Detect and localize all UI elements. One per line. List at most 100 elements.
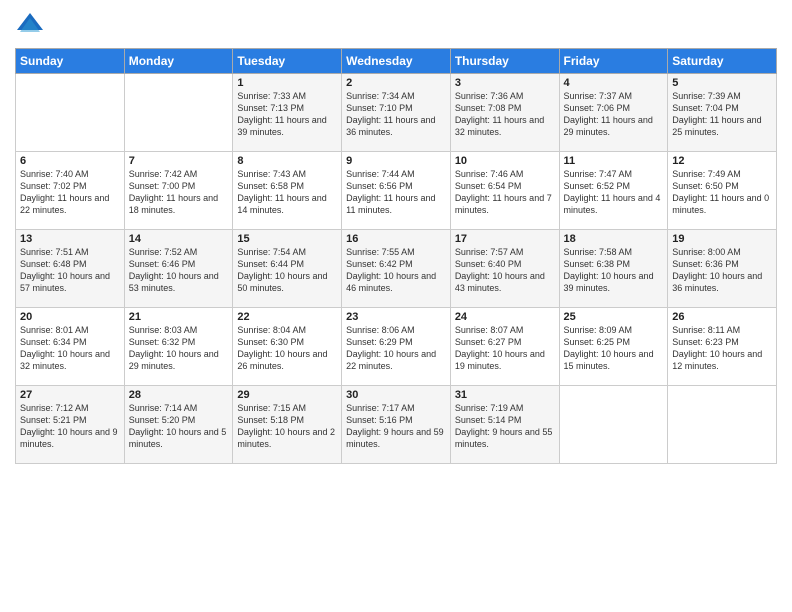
- day-number: 18: [564, 233, 664, 245]
- day-info: Sunrise: 7:54 AM Sunset: 6:44 PM Dayligh…: [237, 246, 337, 295]
- day-number: 15: [237, 233, 337, 245]
- day-number: 29: [237, 389, 337, 401]
- day-number: 17: [455, 233, 555, 245]
- day-info: Sunrise: 7:57 AM Sunset: 6:40 PM Dayligh…: [455, 246, 555, 295]
- day-number: 23: [346, 311, 446, 323]
- day-cell: 25Sunrise: 8:09 AM Sunset: 6:25 PM Dayli…: [559, 308, 668, 386]
- logo: [15, 10, 49, 40]
- day-cell: 26Sunrise: 8:11 AM Sunset: 6:23 PM Dayli…: [668, 308, 777, 386]
- day-cell: 15Sunrise: 7:54 AM Sunset: 6:44 PM Dayli…: [233, 230, 342, 308]
- day-info: Sunrise: 7:33 AM Sunset: 7:13 PM Dayligh…: [237, 90, 337, 139]
- day-cell: 6Sunrise: 7:40 AM Sunset: 7:02 PM Daylig…: [16, 152, 125, 230]
- day-info: Sunrise: 7:12 AM Sunset: 5:21 PM Dayligh…: [20, 402, 120, 451]
- day-info: Sunrise: 7:49 AM Sunset: 6:50 PM Dayligh…: [672, 168, 772, 217]
- weekday-header-thursday: Thursday: [450, 49, 559, 74]
- week-row-5: 27Sunrise: 7:12 AM Sunset: 5:21 PM Dayli…: [16, 386, 777, 464]
- day-number: 31: [455, 389, 555, 401]
- day-info: Sunrise: 7:58 AM Sunset: 6:38 PM Dayligh…: [564, 246, 664, 295]
- day-info: Sunrise: 7:44 AM Sunset: 6:56 PM Dayligh…: [346, 168, 446, 217]
- day-cell: [668, 386, 777, 464]
- day-info: Sunrise: 7:40 AM Sunset: 7:02 PM Dayligh…: [20, 168, 120, 217]
- weekday-header-row: SundayMondayTuesdayWednesdayThursdayFrid…: [16, 49, 777, 74]
- day-info: Sunrise: 7:55 AM Sunset: 6:42 PM Dayligh…: [346, 246, 446, 295]
- day-number: 6: [20, 155, 120, 167]
- day-number: 14: [129, 233, 229, 245]
- day-info: Sunrise: 7:37 AM Sunset: 7:06 PM Dayligh…: [564, 90, 664, 139]
- day-cell: 23Sunrise: 8:06 AM Sunset: 6:29 PM Dayli…: [342, 308, 451, 386]
- week-row-3: 13Sunrise: 7:51 AM Sunset: 6:48 PM Dayli…: [16, 230, 777, 308]
- weekday-header-monday: Monday: [124, 49, 233, 74]
- day-number: 22: [237, 311, 337, 323]
- day-info: Sunrise: 8:06 AM Sunset: 6:29 PM Dayligh…: [346, 324, 446, 373]
- day-number: 24: [455, 311, 555, 323]
- day-cell: [559, 386, 668, 464]
- day-cell: 11Sunrise: 7:47 AM Sunset: 6:52 PM Dayli…: [559, 152, 668, 230]
- day-info: Sunrise: 8:00 AM Sunset: 6:36 PM Dayligh…: [672, 246, 772, 295]
- day-number: 20: [20, 311, 120, 323]
- weekday-header-saturday: Saturday: [668, 49, 777, 74]
- day-info: Sunrise: 8:07 AM Sunset: 6:27 PM Dayligh…: [455, 324, 555, 373]
- day-cell: 9Sunrise: 7:44 AM Sunset: 6:56 PM Daylig…: [342, 152, 451, 230]
- day-info: Sunrise: 7:36 AM Sunset: 7:08 PM Dayligh…: [455, 90, 555, 139]
- day-info: Sunrise: 7:14 AM Sunset: 5:20 PM Dayligh…: [129, 402, 229, 451]
- day-cell: 21Sunrise: 8:03 AM Sunset: 6:32 PM Dayli…: [124, 308, 233, 386]
- day-number: 4: [564, 77, 664, 89]
- day-info: Sunrise: 8:03 AM Sunset: 6:32 PM Dayligh…: [129, 324, 229, 373]
- week-row-1: 1Sunrise: 7:33 AM Sunset: 7:13 PM Daylig…: [16, 74, 777, 152]
- logo-icon: [15, 10, 45, 40]
- day-info: Sunrise: 8:01 AM Sunset: 6:34 PM Dayligh…: [20, 324, 120, 373]
- page: SundayMondayTuesdayWednesdayThursdayFrid…: [0, 0, 792, 612]
- day-info: Sunrise: 7:34 AM Sunset: 7:10 PM Dayligh…: [346, 90, 446, 139]
- day-cell: 4Sunrise: 7:37 AM Sunset: 7:06 PM Daylig…: [559, 74, 668, 152]
- day-info: Sunrise: 7:47 AM Sunset: 6:52 PM Dayligh…: [564, 168, 664, 217]
- weekday-header-sunday: Sunday: [16, 49, 125, 74]
- weekday-header-friday: Friday: [559, 49, 668, 74]
- day-info: Sunrise: 8:11 AM Sunset: 6:23 PM Dayligh…: [672, 324, 772, 373]
- day-cell: 12Sunrise: 7:49 AM Sunset: 6:50 PM Dayli…: [668, 152, 777, 230]
- day-cell: 3Sunrise: 7:36 AM Sunset: 7:08 PM Daylig…: [450, 74, 559, 152]
- day-cell: 20Sunrise: 8:01 AM Sunset: 6:34 PM Dayli…: [16, 308, 125, 386]
- header: [15, 10, 777, 40]
- day-number: 2: [346, 77, 446, 89]
- day-cell: [124, 74, 233, 152]
- day-cell: 10Sunrise: 7:46 AM Sunset: 6:54 PM Dayli…: [450, 152, 559, 230]
- day-info: Sunrise: 7:51 AM Sunset: 6:48 PM Dayligh…: [20, 246, 120, 295]
- day-cell: 19Sunrise: 8:00 AM Sunset: 6:36 PM Dayli…: [668, 230, 777, 308]
- weekday-header-wednesday: Wednesday: [342, 49, 451, 74]
- day-number: 30: [346, 389, 446, 401]
- day-cell: 28Sunrise: 7:14 AM Sunset: 5:20 PM Dayli…: [124, 386, 233, 464]
- day-info: Sunrise: 8:04 AM Sunset: 6:30 PM Dayligh…: [237, 324, 337, 373]
- day-cell: 27Sunrise: 7:12 AM Sunset: 5:21 PM Dayli…: [16, 386, 125, 464]
- day-cell: 13Sunrise: 7:51 AM Sunset: 6:48 PM Dayli…: [16, 230, 125, 308]
- day-number: 26: [672, 311, 772, 323]
- day-number: 10: [455, 155, 555, 167]
- day-cell: 24Sunrise: 8:07 AM Sunset: 6:27 PM Dayli…: [450, 308, 559, 386]
- day-cell: 31Sunrise: 7:19 AM Sunset: 5:14 PM Dayli…: [450, 386, 559, 464]
- day-number: 21: [129, 311, 229, 323]
- day-info: Sunrise: 7:39 AM Sunset: 7:04 PM Dayligh…: [672, 90, 772, 139]
- day-number: 12: [672, 155, 772, 167]
- day-cell: 22Sunrise: 8:04 AM Sunset: 6:30 PM Dayli…: [233, 308, 342, 386]
- week-row-2: 6Sunrise: 7:40 AM Sunset: 7:02 PM Daylig…: [16, 152, 777, 230]
- day-number: 11: [564, 155, 664, 167]
- day-cell: 7Sunrise: 7:42 AM Sunset: 7:00 PM Daylig…: [124, 152, 233, 230]
- day-info: Sunrise: 7:17 AM Sunset: 5:16 PM Dayligh…: [346, 402, 446, 451]
- day-cell: 14Sunrise: 7:52 AM Sunset: 6:46 PM Dayli…: [124, 230, 233, 308]
- day-number: 9: [346, 155, 446, 167]
- day-info: Sunrise: 8:09 AM Sunset: 6:25 PM Dayligh…: [564, 324, 664, 373]
- week-row-4: 20Sunrise: 8:01 AM Sunset: 6:34 PM Dayli…: [16, 308, 777, 386]
- day-info: Sunrise: 7:43 AM Sunset: 6:58 PM Dayligh…: [237, 168, 337, 217]
- day-cell: 8Sunrise: 7:43 AM Sunset: 6:58 PM Daylig…: [233, 152, 342, 230]
- weekday-header-tuesday: Tuesday: [233, 49, 342, 74]
- day-info: Sunrise: 7:19 AM Sunset: 5:14 PM Dayligh…: [455, 402, 555, 451]
- day-info: Sunrise: 7:52 AM Sunset: 6:46 PM Dayligh…: [129, 246, 229, 295]
- day-number: 7: [129, 155, 229, 167]
- day-info: Sunrise: 7:42 AM Sunset: 7:00 PM Dayligh…: [129, 168, 229, 217]
- day-cell: 5Sunrise: 7:39 AM Sunset: 7:04 PM Daylig…: [668, 74, 777, 152]
- day-cell: 30Sunrise: 7:17 AM Sunset: 5:16 PM Dayli…: [342, 386, 451, 464]
- day-number: 19: [672, 233, 772, 245]
- day-number: 1: [237, 77, 337, 89]
- calendar-table: SundayMondayTuesdayWednesdayThursdayFrid…: [15, 48, 777, 464]
- day-cell: 17Sunrise: 7:57 AM Sunset: 6:40 PM Dayli…: [450, 230, 559, 308]
- day-info: Sunrise: 7:46 AM Sunset: 6:54 PM Dayligh…: [455, 168, 555, 217]
